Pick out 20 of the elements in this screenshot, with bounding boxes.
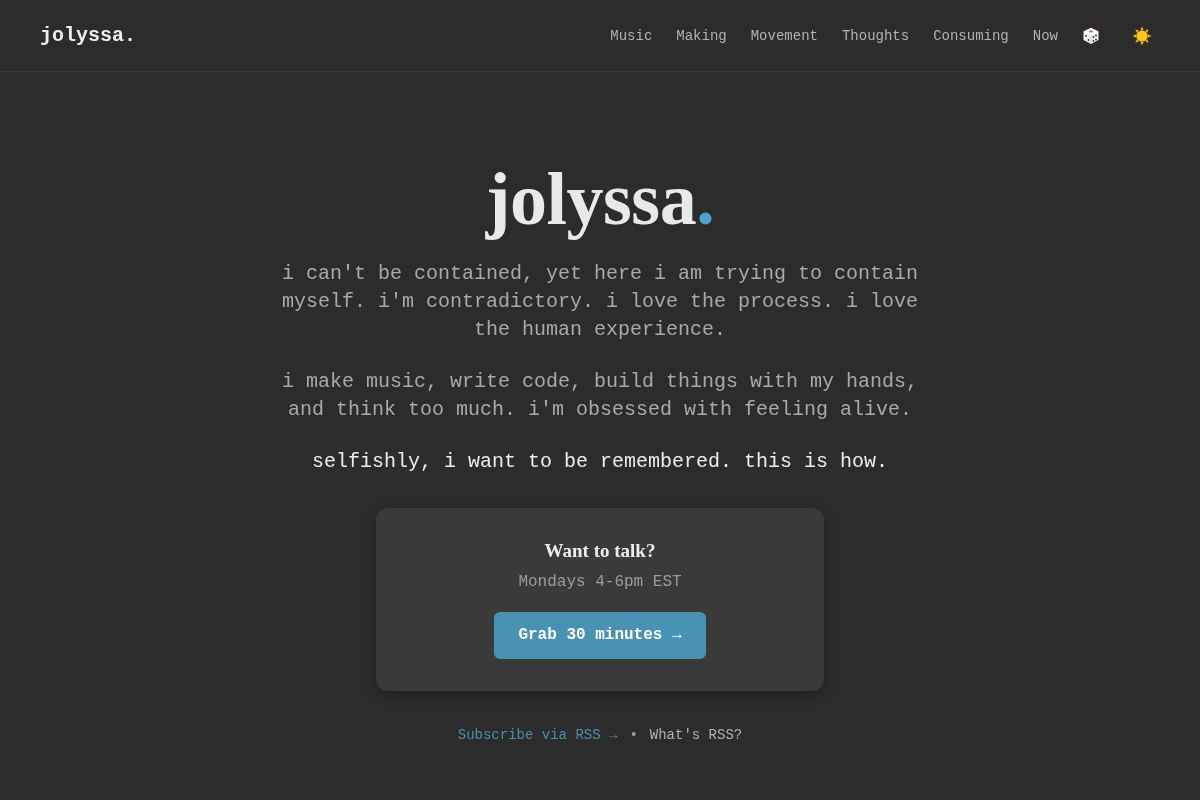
rss-subscribe-link[interactable]: Subscribe via RSS → xyxy=(457,725,618,745)
nav-link[interactable]: Movement xyxy=(750,27,818,44)
statement-text: selfishly, i want to be remembered. this is how. xyxy=(310,449,890,475)
dice-button[interactable] xyxy=(1082,26,1100,45)
intro-paragraph: i make music, write code, build things with my hands, and think too much. i'm obsessed with feeling alive. xyxy=(280,369,920,423)
dice-icon xyxy=(1082,26,1100,45)
separator-dot: • xyxy=(629,726,638,745)
site-logo[interactable]: jolyssa. xyxy=(40,24,136,47)
book-call-button[interactable]: Grab 30 minutes → xyxy=(494,612,706,659)
card-title: Want to talk? xyxy=(544,539,656,563)
nav-link[interactable]: Thoughts xyxy=(841,27,910,44)
office-hours-text: Mondays 4-6pm EST xyxy=(518,572,682,593)
sun-icon xyxy=(1132,25,1152,46)
nav-link[interactable]: Consuming xyxy=(933,27,1009,44)
site-title: jolyssa. xyxy=(485,158,715,240)
intro-paragraph: i can't be contained, yet here i am trying to contain myself. i'm contradictory. i love the process. i love the human experience. xyxy=(280,261,920,343)
nav-link[interactable]: Music xyxy=(610,27,653,44)
nav-link[interactable]: Now xyxy=(1032,27,1058,44)
nav-link[interactable]: Making xyxy=(676,27,727,44)
rss-help-link[interactable]: What's RSS? xyxy=(649,725,743,745)
